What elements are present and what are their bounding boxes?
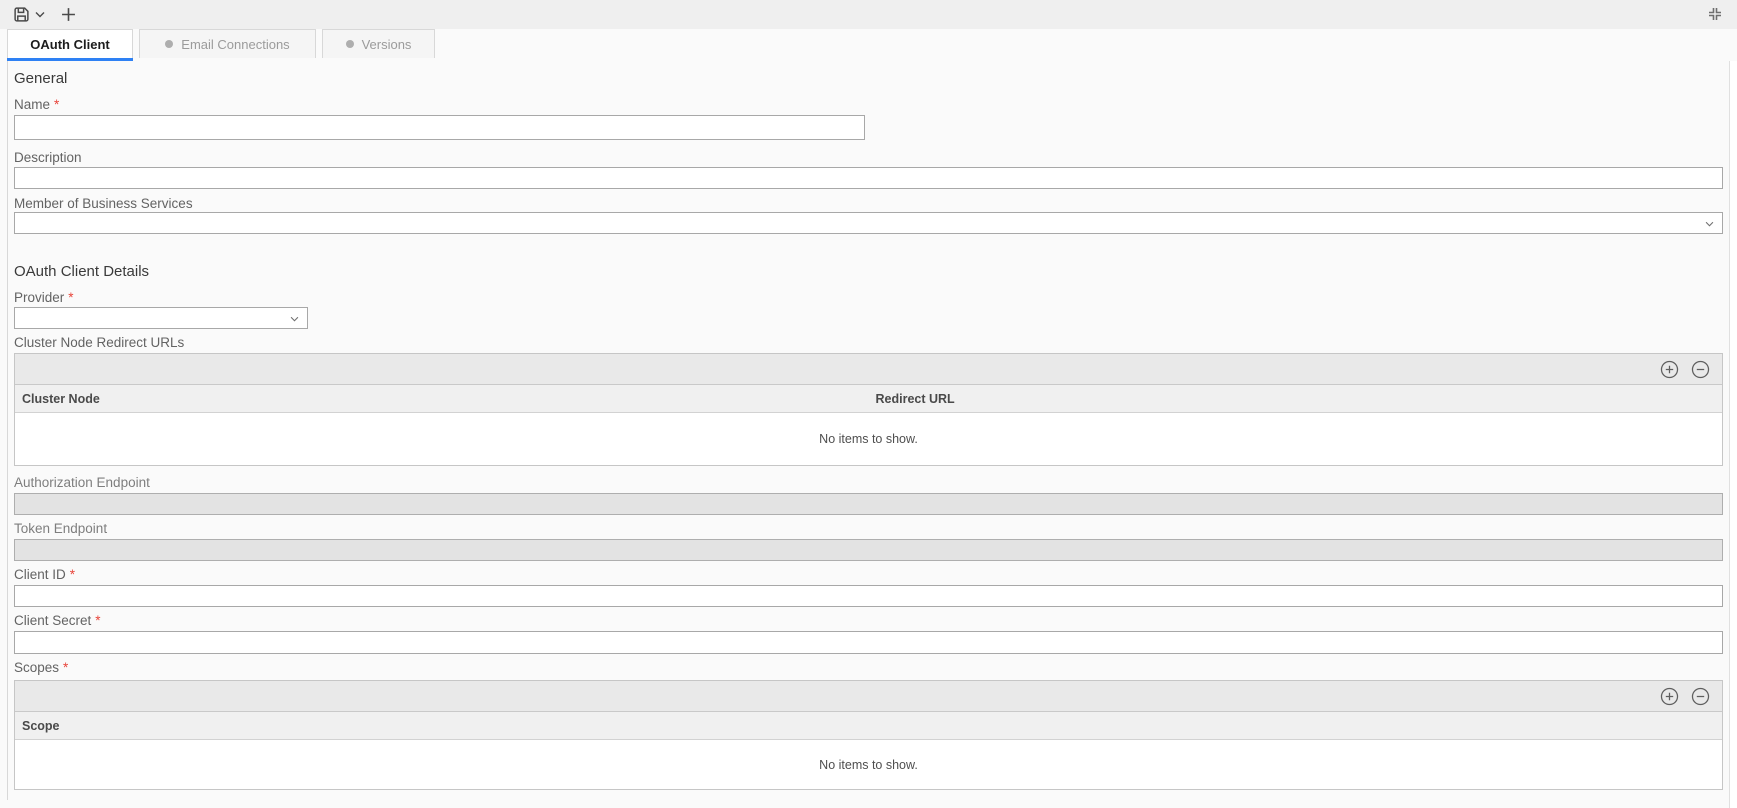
required-marker: * (95, 613, 100, 628)
scopes-table-header: Scope (15, 712, 1722, 740)
required-marker: * (54, 97, 59, 112)
panel-right-border (1729, 61, 1730, 808)
panel-left-border (7, 61, 8, 800)
tab-oauth-client[interactable]: OAuth Client (7, 29, 133, 58)
authorization-endpoint-label: Authorization Endpoint (14, 475, 150, 490)
toolbar (0, 0, 1737, 29)
tab-label: Email Connections (181, 37, 289, 52)
tab-versions[interactable]: Versions (322, 29, 435, 58)
provider-label: Provider* (14, 290, 74, 305)
remove-row-minus-circle-icon[interactable] (1691, 687, 1710, 706)
save-icon[interactable] (13, 6, 30, 23)
cluster-table-header: Cluster Node Redirect URL (15, 385, 1722, 413)
provider-select[interactable] (14, 307, 308, 329)
name-label: Name* (14, 97, 59, 112)
column-header-cluster-node: Cluster Node (15, 392, 869, 406)
client-id-label: Client ID* (14, 567, 75, 582)
scopes-table: Scope No items to show. (14, 680, 1723, 790)
column-header-scope: Scope (15, 719, 60, 733)
tab-label: OAuth Client (30, 37, 109, 52)
tab-email-connections[interactable]: Email Connections (139, 29, 316, 58)
add-row-plus-circle-icon[interactable] (1660, 360, 1679, 379)
required-marker: * (70, 567, 75, 582)
tab-disabled-dot-icon (165, 40, 173, 48)
client-secret-input[interactable] (14, 631, 1723, 654)
member-of-business-services-label: Member of Business Services (14, 196, 193, 211)
client-secret-label: Client Secret* (14, 613, 101, 628)
add-row-plus-circle-icon[interactable] (1660, 687, 1679, 706)
tab-label: Versions (362, 37, 412, 52)
token-endpoint-label: Token Endpoint (14, 521, 107, 536)
description-input[interactable] (14, 167, 1723, 189)
remove-row-minus-circle-icon[interactable] (1691, 360, 1710, 379)
required-marker: * (63, 660, 68, 675)
column-header-redirect-url: Redirect URL (869, 392, 955, 406)
cluster-node-redirect-urls-table: Cluster Node Redirect URL No items to sh… (14, 353, 1723, 466)
authorization-endpoint-input (14, 493, 1723, 515)
empty-message: No items to show. (819, 432, 918, 446)
cluster-table-toolbar (15, 354, 1722, 385)
save-menu-chevron-down-icon[interactable] (35, 11, 45, 18)
cluster-node-redirect-urls-label: Cluster Node Redirect URLs (14, 335, 184, 350)
name-input[interactable] (14, 115, 865, 140)
empty-message: No items to show. (819, 758, 918, 772)
scopes-table-toolbar (15, 681, 1722, 712)
compress-icon[interactable] (1707, 6, 1723, 22)
client-id-input[interactable] (14, 585, 1723, 607)
scopes-label: Scopes* (14, 660, 68, 675)
right-gutter (1730, 61, 1737, 808)
cluster-table-empty-body: No items to show. (15, 413, 1722, 465)
tab-bar: OAuth Client Email Connections Versions (7, 29, 441, 61)
tab-disabled-dot-icon (346, 40, 354, 48)
member-of-business-services-select[interactable] (14, 212, 1723, 234)
chevron-down-icon (1705, 214, 1714, 232)
section-heading-oauth-client-details: OAuth Client Details (14, 263, 149, 280)
add-tab-plus-icon[interactable] (61, 7, 76, 22)
scopes-table-empty-body: No items to show. (15, 740, 1722, 789)
required-marker: * (68, 290, 73, 305)
token-endpoint-input (14, 539, 1723, 561)
section-heading-general: General (14, 70, 67, 87)
chevron-down-icon (290, 309, 299, 327)
description-label: Description (14, 150, 82, 165)
